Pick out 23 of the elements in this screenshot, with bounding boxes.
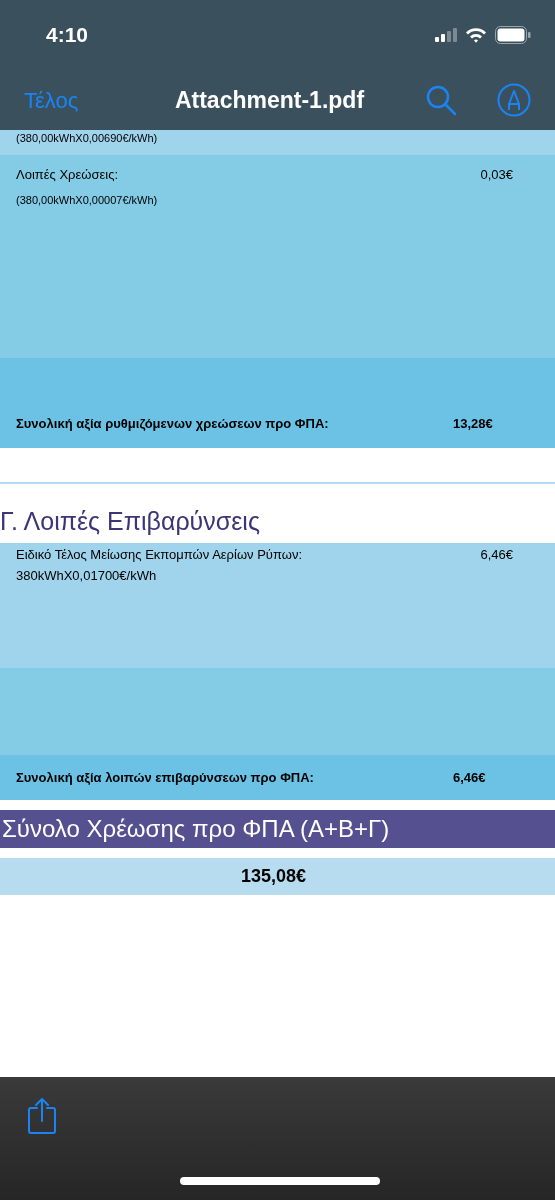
wifi-icon xyxy=(465,27,487,43)
charge-amount: 6,46€ xyxy=(480,546,513,564)
search-icon[interactable] xyxy=(425,84,457,116)
charge-amount: 0,03€ xyxy=(480,166,513,184)
total-label: Συνολική αξία λοιπών επιβαρύνσεων προ ΦΠΑ: xyxy=(16,768,315,787)
section-heading: Γ. Λοιπές Επιβαρύνσεις xyxy=(0,505,260,537)
total-label: Συνολική αξία ρυθμιζόμενων χρεώσεων προ ΦΠΑ: xyxy=(16,414,330,433)
grand-total-amount: 135,08€ xyxy=(240,865,307,888)
charge-detail: 380kWhX0,01700€/kWh xyxy=(16,567,158,585)
total-amount: 6,46€ xyxy=(453,768,486,787)
charge-detail: (380,00kWhX0,00690€/kWh) xyxy=(15,131,159,145)
markup-pen-icon[interactable] xyxy=(497,83,531,117)
charge-detail: (380,00kWhX0,00007€/kWh) xyxy=(16,192,159,208)
done-button[interactable]: Τέλος xyxy=(24,83,144,117)
battery-icon xyxy=(495,26,531,44)
share-icon[interactable] xyxy=(27,1097,57,1135)
status-time: 4:10 xyxy=(46,22,89,49)
total-amount: 13,28€ xyxy=(453,414,493,433)
signal-icon xyxy=(435,28,457,42)
charge-label: Ειδικό Τέλος Μείωσης Εκπομπών Αερίων Ρύπων: xyxy=(16,546,302,564)
charge-label: Λοιπές Χρεώσεις: xyxy=(16,166,119,184)
document-title: Attachment-1.pdf xyxy=(173,85,366,115)
grand-total-heading: Σύνολο Χρέωσης προ ΦΠΑ (Α+Β+Γ) xyxy=(1,814,390,844)
